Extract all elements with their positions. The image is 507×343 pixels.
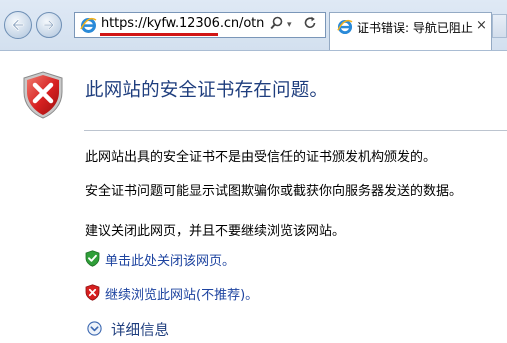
continue-link[interactable]: 继续浏览此网站(不推荐)。 [105,284,258,303]
green-shield-check-icon [85,250,100,267]
url-text[interactable]: https://kyfw.12306.cn/otn [101,16,264,31]
error-page: 此网站的安全证书存在问题。 此网站出具的安全证书不是由受信任的证书颁发机构颁发的… [0,51,507,343]
forward-arrow-icon [43,20,54,30]
divider [84,130,507,131]
recommendation-paragraph: 建议关闭此网页，并且不要继续浏览该网站。 [85,224,346,239]
tab-title: 证书错误: 导航已阻止 [357,21,473,35]
chevron-down-icon[interactable]: ▾ [287,20,292,30]
error-shield-icon [23,71,63,119]
browser-toolbar: https://kyfw.12306.cn/otn ▾ 证书错误: 导航已阻止 … [0,0,507,51]
page-title: 此网站的安全证书存在问题。 [85,80,329,101]
close-tab-icon[interactable]: × [476,18,487,33]
tab-certificate-error[interactable]: 证书错误: 导航已阻止 × [329,12,492,50]
forward-button[interactable] [36,12,62,38]
back-button[interactable] [4,11,32,39]
refresh-icon[interactable] [304,16,317,34]
more-info-label[interactable]: 详细信息 [111,319,169,340]
ie-logo-icon [80,17,97,33]
url-highlight-underline [100,33,218,36]
ie-tab-icon [337,19,353,35]
warning-paragraph: 安全证书问题可能显示试图欺骗你或截获你向服务器发送的数据。 [85,184,463,199]
red-shield-x-icon [85,284,100,301]
close-page-link[interactable]: 单击此处关闭该网页。 [105,250,235,269]
warning-paragraph: 此网站出具的安全证书不是由受信任的证书颁发机构颁发的。 [85,150,437,165]
chevron-down-circle-icon [87,321,102,336]
new-tab-button[interactable] [492,14,507,38]
address-bar[interactable]: https://kyfw.12306.cn/otn ▾ [74,12,326,38]
search-icon[interactable] [270,16,283,34]
back-arrow-icon [12,19,25,31]
